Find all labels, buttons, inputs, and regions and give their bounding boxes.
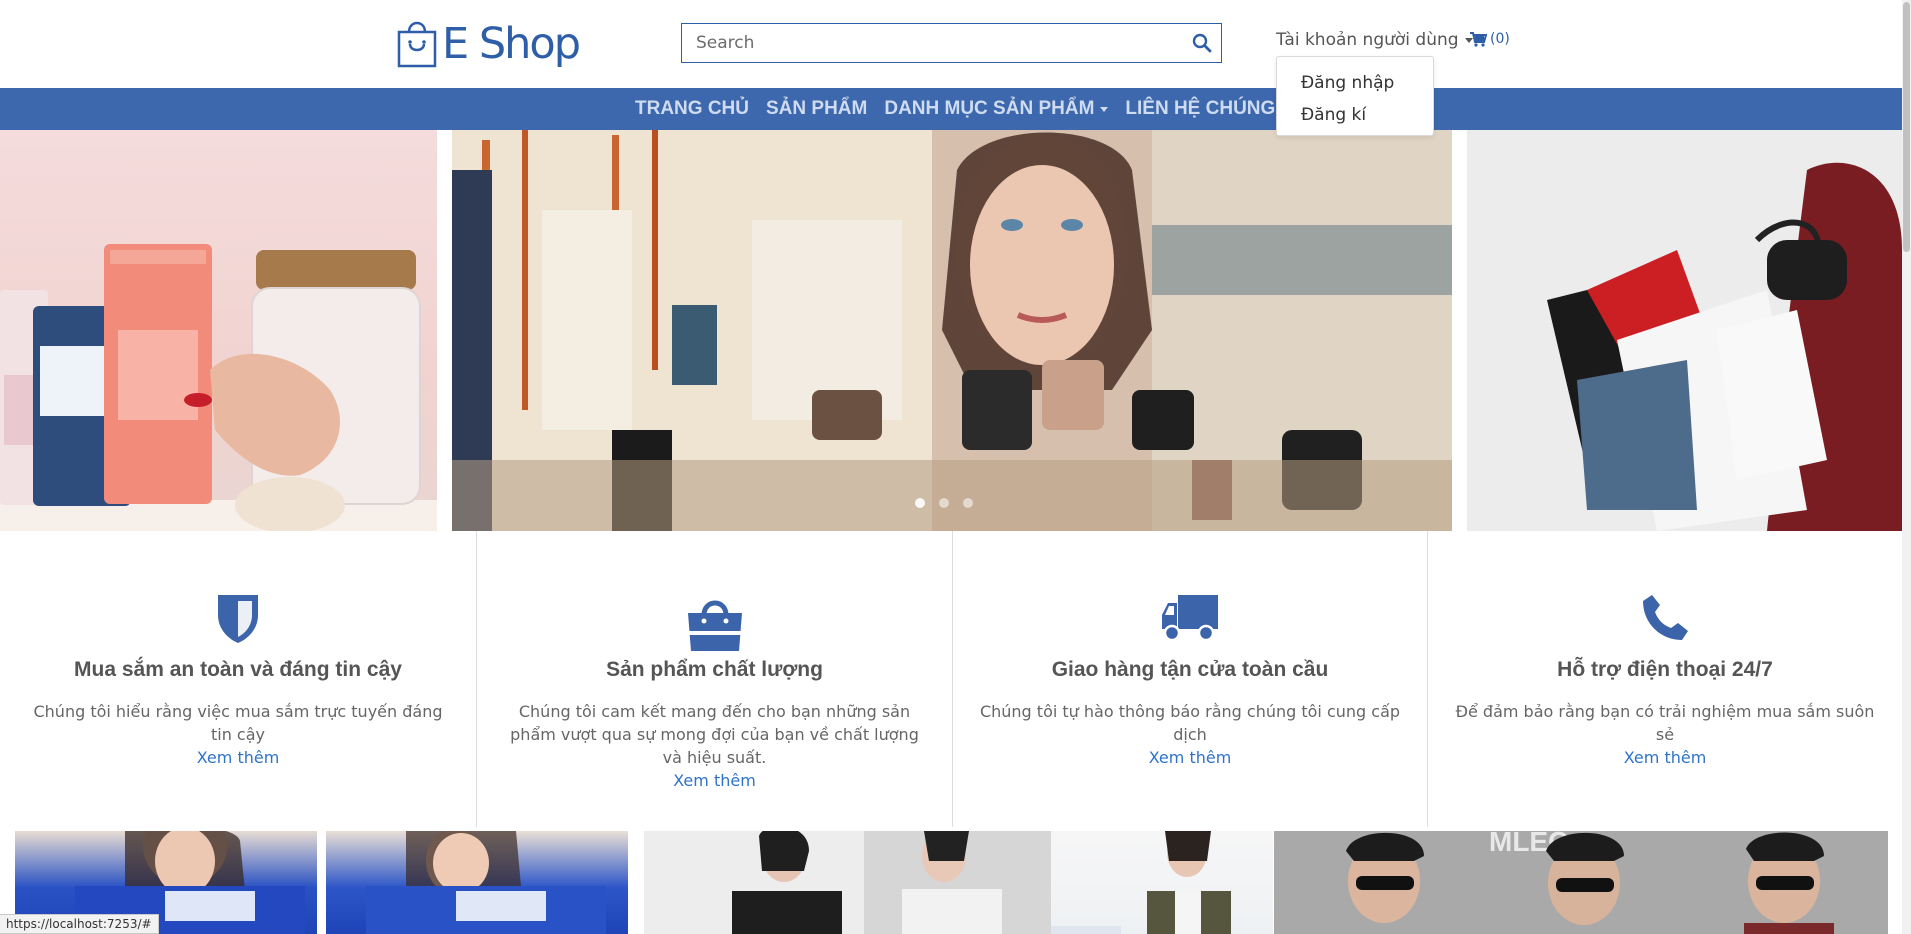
feature-description-text: Để đảm bảo rằng bạn có trải nghiệm mua s… <box>1455 702 1875 744</box>
feature-title: Mua sắm an toàn và đáng tin cậy <box>74 658 402 681</box>
shopping-bags-image <box>1467 130 1902 531</box>
store-image <box>452 130 1452 531</box>
carousel-indicators <box>915 498 987 508</box>
feature-title: Giao hàng tận cửa toàn cầu <box>1051 658 1329 681</box>
feature-card: Giao hàng tận cửa toàn cầu Chúng tôi tự … <box>952 531 1427 827</box>
cart-button[interactable]: (0) <box>1470 31 1510 47</box>
product-image[interactable] <box>644 831 1051 934</box>
shield-icon <box>218 595 258 643</box>
logo-text: E Shop <box>442 19 581 69</box>
phone-icon <box>1643 595 1688 640</box>
nav-item-categories[interactable]: DANH MỤC SẢN PHẨM <box>884 98 1109 120</box>
account-label: Tài khoản người dùng <box>1276 30 1459 50</box>
main-nav: TRANG CHỦ SẢN PHẨM DANH MỤC SẢN PHẨM LIÊ… <box>0 88 1902 130</box>
carousel-indicator[interactable] <box>915 498 925 508</box>
nav-item-home[interactable]: TRANG CHỦ <box>635 98 749 120</box>
models-sunglasses-image: MLEC <box>1274 831 1888 934</box>
site-header: E Shop Tài khoản người dùng (0) <box>0 0 1911 88</box>
caret-down-icon <box>1100 106 1109 112</box>
models-blazer-image <box>644 831 1051 934</box>
hero-carousel[interactable] <box>0 130 1902 531</box>
carousel-slide-store <box>452 130 1452 531</box>
scrollbar-thumb[interactable] <box>1903 2 1910 252</box>
skincare-image <box>0 244 437 531</box>
search-input[interactable] <box>682 24 1162 62</box>
feature-description-text: Chúng tôi hiểu rằng việc mua sắm trực tu… <box>33 702 443 744</box>
product-image[interactable] <box>326 831 628 934</box>
shopping-bag-logo-icon <box>397 21 437 68</box>
read-more-link[interactable]: Xem thêm <box>505 769 924 792</box>
search-box <box>681 23 1222 63</box>
nav-item-categories-label: DANH MỤC SẢN PHẨM <box>884 98 1095 119</box>
carousel-indicator[interactable] <box>963 498 973 508</box>
feature-card: Hỗ trợ điện thoại 24/7 Để đảm bảo rằng b… <box>1427 531 1902 827</box>
feature-title: Hỗ trợ điện thoại 24/7 <box>1557 658 1773 681</box>
shopping-bag-icon <box>687 600 742 651</box>
read-more-link[interactable]: Xem thêm <box>977 746 1403 769</box>
feature-description-text: Chúng tôi cam kết mang đến cho bạn những… <box>510 702 919 767</box>
product-image[interactable]: MLEC <box>1274 831 1888 934</box>
features-section: Mua sắm an toàn và đáng tin cậy Chúng tô… <box>0 531 1902 827</box>
carousel-indicator[interactable] <box>939 498 949 508</box>
feature-description-text: Chúng tôi tự hào thông báo rằng chúng tô… <box>979 702 1401 744</box>
account-dropdown: Đăng nhập Đăng kí <box>1276 56 1434 136</box>
read-more-link[interactable]: Xem thêm <box>1452 746 1878 769</box>
cart-icon <box>1470 31 1487 47</box>
feature-description: Để đảm bảo rằng bạn có trải nghiệm mua s… <box>1452 700 1878 769</box>
feature-description: Chúng tôi tự hào thông báo rằng chúng tô… <box>977 700 1403 769</box>
dropdown-item-register[interactable]: Đăng kí <box>1277 99 1433 131</box>
feature-title: Sản phẩm chất lượng <box>606 658 823 681</box>
truck-icon <box>1162 595 1218 642</box>
read-more-link[interactable]: Xem thêm <box>24 746 452 769</box>
feature-description: Chúng tôi cam kết mang đến cho bạn những… <box>505 700 924 792</box>
browser-status-url: https://localhost:7253/# <box>0 914 159 934</box>
feature-card: Sản phẩm chất lượng Chúng tôi cam kết ma… <box>476 531 952 827</box>
search-icon[interactable] <box>1191 32 1213 54</box>
product-image[interactable] <box>1051 831 1273 934</box>
carousel-slide-bags <box>1467 130 1902 531</box>
product-image-strip: MLEC <box>0 831 1902 934</box>
nav-item-products[interactable]: SẢN PHẨM <box>766 98 867 120</box>
model-blue-shirt-image <box>366 831 606 934</box>
account-menu-toggle[interactable]: Tài khoản người dùng <box>1276 30 1473 50</box>
feature-card: Mua sắm an toàn và đáng tin cậy Chúng tô… <box>0 531 476 827</box>
cart-count: (0) <box>1490 31 1510 47</box>
model-olive-jacket-image <box>1051 831 1231 934</box>
feature-description: Chúng tôi hiểu rằng việc mua sắm trực tu… <box>24 700 452 769</box>
page-scrollbar[interactable] <box>1902 0 1911 934</box>
carousel-slide-skincare <box>0 130 437 531</box>
logo[interactable]: E Shop <box>396 12 581 76</box>
dropdown-item-login[interactable]: Đăng nhập <box>1277 67 1433 99</box>
